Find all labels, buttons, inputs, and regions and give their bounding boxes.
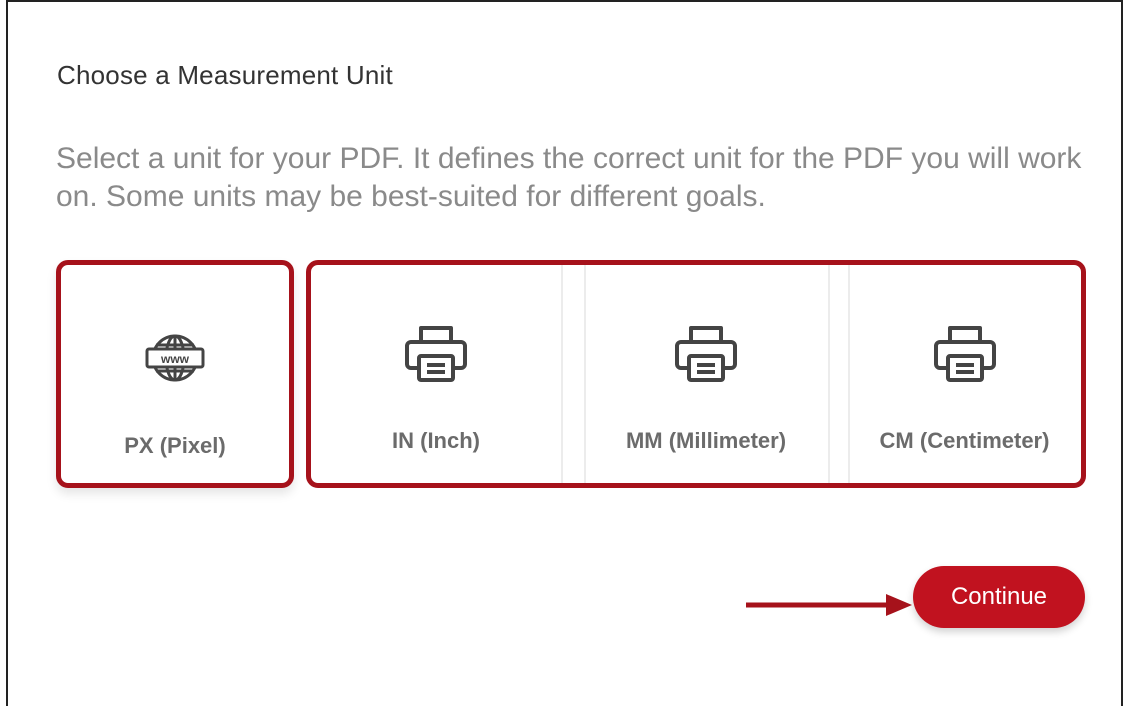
continue-button[interactable]: Continue: [913, 566, 1085, 628]
unit-label-cm: CM (Centimeter): [879, 428, 1050, 453]
dialog: Choose a Measurement Unit Select a unit …: [6, 0, 1123, 706]
unit-option-mm[interactable]: MM (Millimeter): [584, 260, 828, 488]
printer-icon: [401, 322, 471, 384]
printer-icon: [930, 322, 1000, 384]
printer-icon: [671, 322, 741, 384]
svg-text:www: www: [160, 352, 190, 366]
dialog-description: Select a unit for your PDF. It defines t…: [56, 142, 1082, 213]
unit-option-in[interactable]: IN (Inch): [311, 260, 561, 488]
arrow-right-icon: [746, 594, 912, 616]
card-divider: [584, 264, 586, 484]
unit-label-px: PX (Pixel): [124, 433, 226, 458]
card-divider: [848, 264, 850, 484]
card-divider: [828, 264, 830, 484]
unit-option-cm[interactable]: CM (Centimeter): [848, 260, 1081, 488]
unit-label-mm: MM (Millimeter): [625, 428, 787, 453]
card-divider: [561, 264, 563, 484]
unit-option-px[interactable]: www PX (Pixel): [56, 260, 294, 488]
unit-label-in: IN (Inch): [392, 428, 480, 453]
dialog-title: Choose a Measurement Unit: [57, 60, 393, 90]
globe-www-icon: www: [140, 327, 210, 389]
